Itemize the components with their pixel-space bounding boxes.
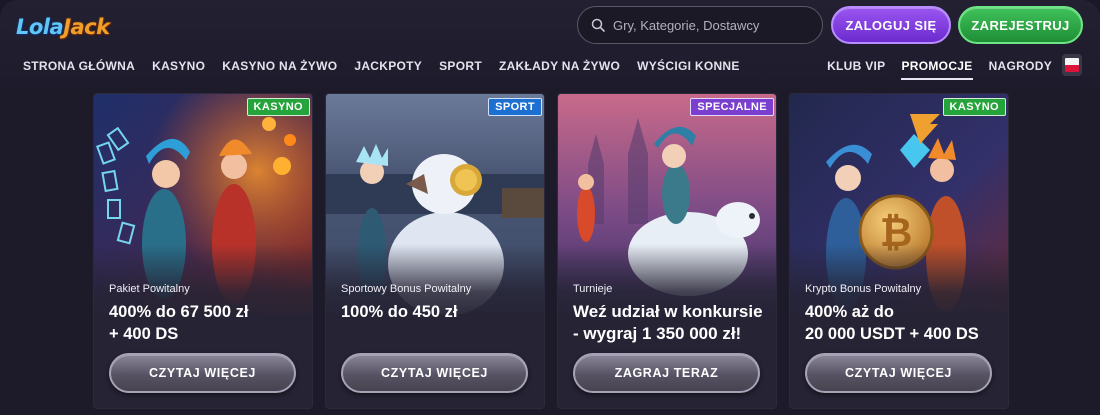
read-more-button[interactable]: CZYTAJ WIĘCEJ [805,353,992,393]
search-icon [591,18,605,32]
login-button[interactable]: ZALOGUJ SIĘ [831,6,951,44]
nav-item-vip-club[interactable]: KLUB VIP [827,58,885,74]
promo-card[interactable]: KASYNO Pakiet Powitalny 400% do 67 500 z… [94,94,312,408]
search-input[interactable] [613,17,803,33]
promo-card[interactable]: ₿ KASYNO Krypto Bonus Powitalny 400% aż … [790,94,1008,408]
promo-title: 100% do 450 zł [341,301,541,323]
promo-title-line2: + 400 DS [109,325,179,343]
register-button[interactable]: ZAREJESTRUJ [958,6,1083,44]
nav-item-home[interactable]: STRONA GŁÓWNA [23,58,135,74]
category-badge: SPECJALNE [690,98,774,116]
logo-jack-text: Jack [63,15,110,39]
search-box[interactable] [577,6,823,44]
nav-item-casino[interactable]: KASYNO [152,58,205,74]
promo-title: Weź udział w konkursie - wygraj 1 350 00… [573,301,773,345]
promo-title-line2: - wygraj 1 350 000 zł! [573,324,742,343]
main-nav: STRONA GŁÓWNA KASYNO KASYNO NA ŻYWO JACK… [23,58,757,74]
nav-item-live-betting[interactable]: ZAKŁADY NA ŻYWO [499,58,620,74]
read-more-button[interactable]: CZYTAJ WIĘCEJ [341,353,528,393]
nav-item-rewards[interactable]: NAGRODY [989,58,1052,74]
promo-title-line1: 100% do 450 zł [341,303,458,321]
promo-title: 400% do 67 500 zł + 400 DS [109,301,309,345]
nav-item-live-casino[interactable]: KASYNO NA ŻYWO [222,58,337,74]
read-more-button[interactable]: CZYTAJ WIĘCEJ [109,353,296,393]
play-now-button[interactable]: ZAGRAJ TERAZ [573,353,760,393]
promo-card[interactable]: SPECJALNE Turnieje Weź udział w konkursi… [558,94,776,408]
category-badge: KASYNO [246,98,310,116]
promo-subtitle: Pakiet Powitalny [109,283,190,295]
nav-item-promotions[interactable]: PROMOCJE [901,58,973,80]
promo-title-line1: 400% do 67 500 zł [109,303,249,321]
promo-title-line1: 400% aż do [805,303,894,321]
promo-card[interactable]: SPORT Sportowy Bonus Powitalny 100% do 4… [326,94,544,408]
promo-title-line1: Weź udział w konkursie [573,302,763,321]
promo-title: 400% aż do 20 000 USDT + 400 DS [805,301,1005,345]
nav-item-jackpots[interactable]: JACKPOTY [354,58,422,74]
nav-item-horse-racing[interactable]: WYŚCIGI KONNE [637,58,740,74]
promo-title-line2: 20 000 USDT + 400 DS [805,325,979,343]
category-badge: KASYNO [942,98,1006,116]
lolajack-logo[interactable]: Lola Jack [16,8,110,46]
secondary-nav: KLUB VIP PROMOCJE NAGRODY [811,58,1052,80]
promo-subtitle: Krypto Bonus Powitalny [805,283,922,295]
promo-subtitle: Turnieje [573,283,613,295]
site-header: Lola Jack ZALOGUJ SIĘ ZAREJESTRUJ STRONA… [0,0,1100,88]
category-badge: SPORT [488,98,542,116]
promo-subtitle: Sportowy Bonus Powitalny [341,283,472,295]
nav-item-sport[interactable]: SPORT [439,58,482,74]
logo-lola-text: Lola [16,15,64,39]
poland-flag-icon[interactable] [1062,54,1082,76]
